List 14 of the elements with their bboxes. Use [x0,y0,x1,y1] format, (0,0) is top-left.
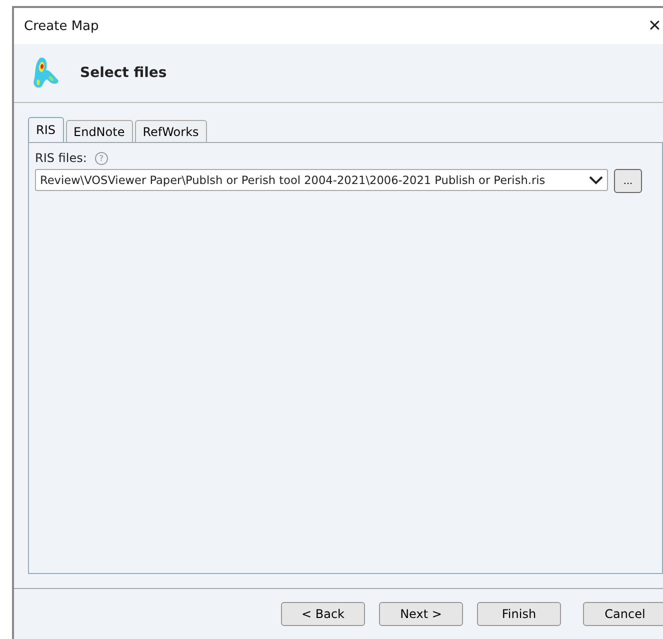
close-button[interactable]: ✕ [646,16,663,36]
dialog-button[interactable]: Cancel [583,602,663,626]
window-title: Create Map [24,18,99,34]
tab[interactable]: RIS [28,117,64,142]
page-title: Select files [80,65,167,81]
browse-button[interactable]: ... [614,169,642,193]
file-dropdown[interactable]: Review\VOSViewer Paper\Publsh or Perish tool 2004-2021\2006-2021 Publish or Perish.ris [35,169,608,191]
field-label: RIS files: [35,151,87,165]
chevron-down-icon [589,175,603,185]
dialog-button[interactable]: Next > [379,602,463,626]
dialog-button[interactable]: < Back [281,602,365,626]
dialog-button[interactable]: Finish [477,602,561,626]
tab[interactable]: RefWorks [134,120,207,142]
tab[interactable]: EndNote [66,120,133,142]
